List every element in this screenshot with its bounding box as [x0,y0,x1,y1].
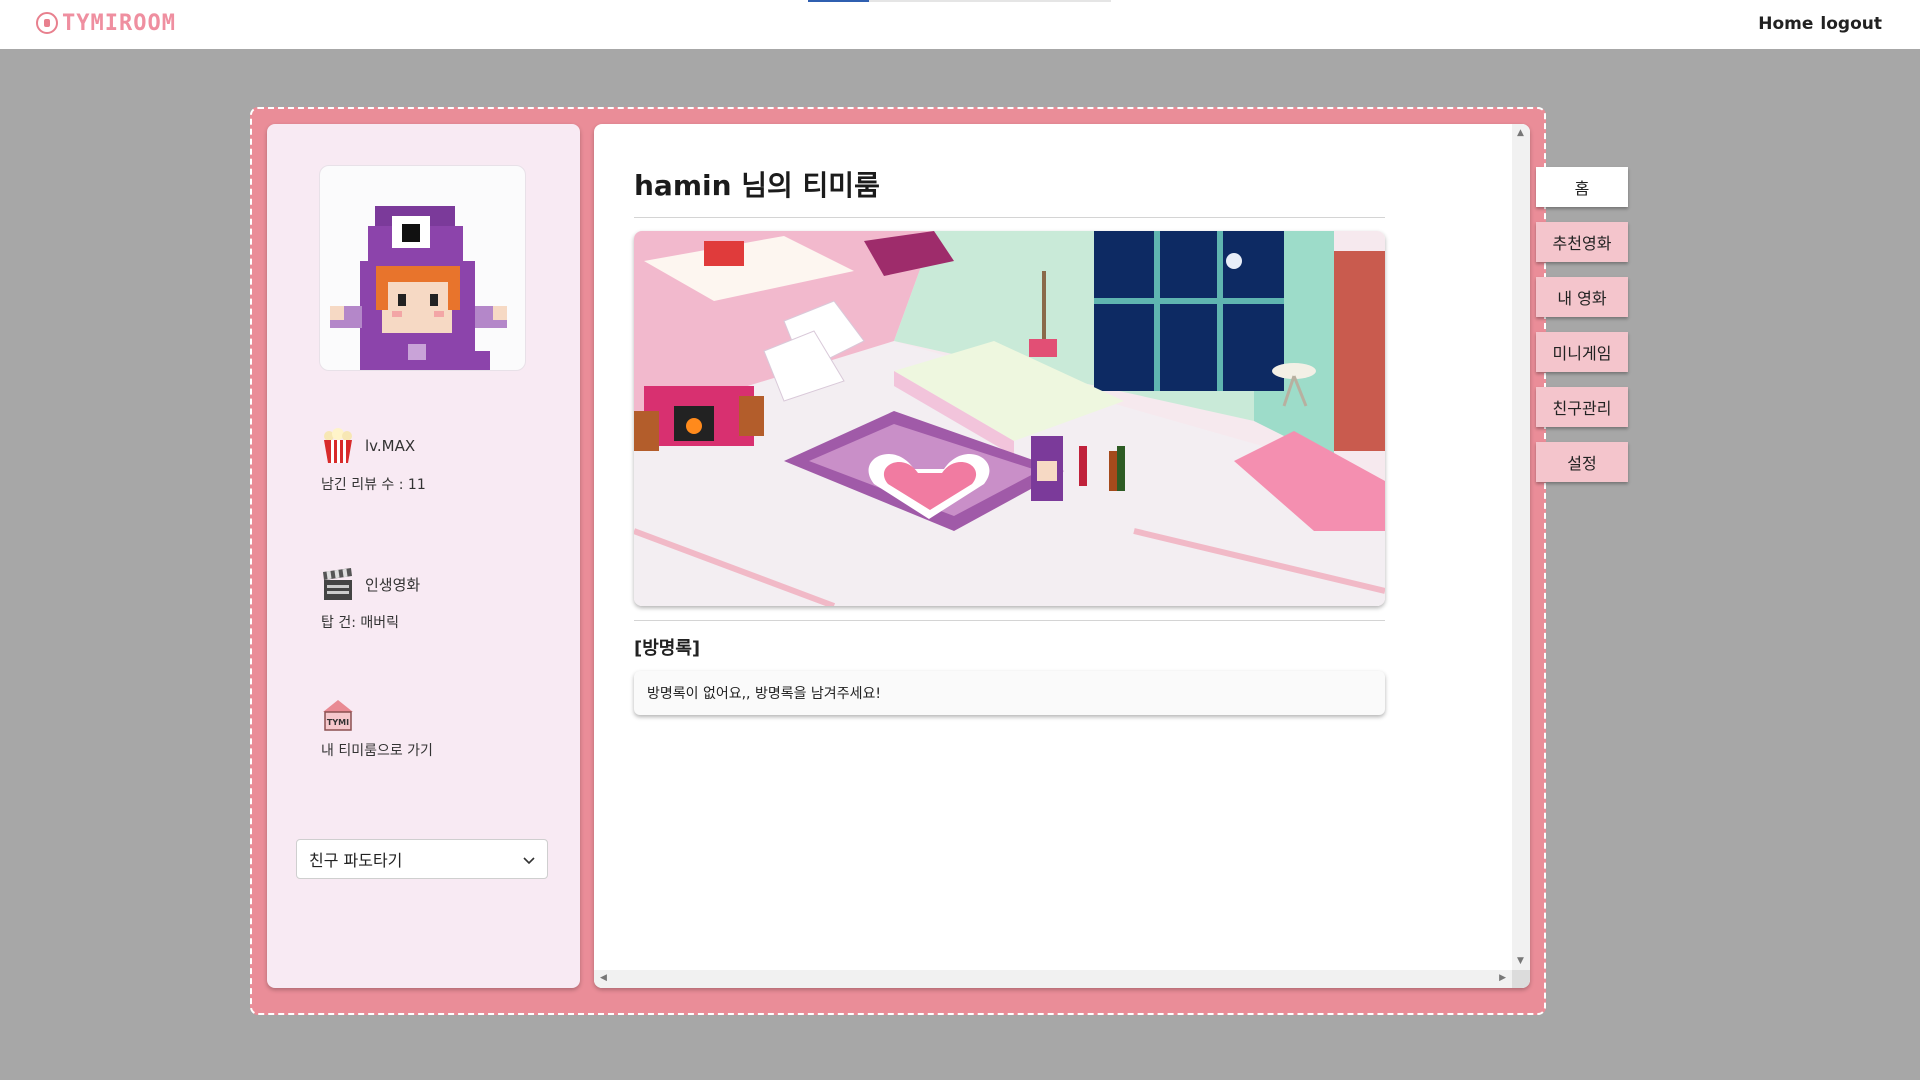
tab-recommended-movies[interactable]: 추천영화 [1536,222,1628,262]
scroll-down-icon[interactable]: ▼ [1517,956,1524,966]
profile-panel: lv.MAX 남긴 리뷰 수 : 11 인생영화 탑 건: 매버릭 TYMI 내… [267,124,580,988]
guestbook-title: [방명록] [634,638,701,659]
tab-my-movies[interactable]: 내 영화 [1536,277,1628,317]
room-main-panel: hamin 님의 티미룸 [방명록] 방명록이 없어요,, 방명록을 남겨주세요… [594,124,1530,988]
tab-settings[interactable]: 설정 [1536,442,1628,482]
tab-friend-management[interactable]: 친구관리 [1536,387,1628,427]
divider [634,620,1385,621]
divider [634,217,1385,218]
house-icon[interactable]: TYMI [321,698,355,734]
popcorn-icon [321,428,355,464]
review-count: 남긴 리뷰 수 : 11 [321,477,426,493]
life-movie-label: 인생영화 [365,575,421,594]
chevron-down-icon [523,850,535,869]
top-nav: Home logout [1758,14,1882,34]
go-my-room-link[interactable]: 내 티미룸으로 가기 [321,740,433,760]
life-movie-value: 탑 건: 매버릭 [321,615,400,631]
guestbook-empty-message: 방명록이 없어요,, 방명록을 남겨주세요! [634,671,1385,715]
friend-surf-select-value: 친구 파도타기 [309,851,403,870]
level-text: lv.MAX [365,437,416,455]
tab-home[interactable]: 홈 [1536,167,1628,207]
level-section: lv.MAX 남긴 리뷰 수 : 11 [321,428,426,494]
go-my-room-section[interactable]: TYMI 내 티미룸으로 가기 [321,698,433,760]
scroll-left-icon[interactable]: ◀ [600,973,607,983]
top-indicator-active [808,0,869,2]
tab-minigame[interactable]: 미니게임 [1536,332,1628,372]
svg-text:TYMI: TYMI [327,718,349,727]
avatar [319,165,526,371]
pixel-avatar-image [330,206,507,370]
clapperboard-icon [321,566,355,602]
scroll-corner [1512,970,1530,988]
logo[interactable]: TYMIROOM [36,8,176,38]
life-movie-section: 인생영화 탑 건: 매버릭 [321,566,420,632]
page-title: hamin 님의 티미룸 [634,169,880,202]
top-bar: TYMIROOM Home logout [0,0,1920,49]
nav-home-link[interactable]: Home [1758,14,1813,34]
nav-logout-link[interactable]: logout [1820,14,1882,34]
horizontal-scrollbar[interactable]: ◀ ▶ [594,970,1512,988]
vertical-scrollbar[interactable]: ▲ ▼ [1512,124,1530,970]
logo-text: TYMIROOM [62,10,176,36]
scroll-up-icon[interactable]: ▲ [1517,128,1524,138]
logo-icon [36,12,58,34]
side-tab-menu: 홈 추천영화 내 영화 미니게임 친구관리 설정 [1536,167,1628,482]
scroll-right-icon[interactable]: ▶ [1499,973,1506,983]
friend-surf-select[interactable]: 친구 파도타기 [296,839,548,879]
room-image [634,231,1385,606]
